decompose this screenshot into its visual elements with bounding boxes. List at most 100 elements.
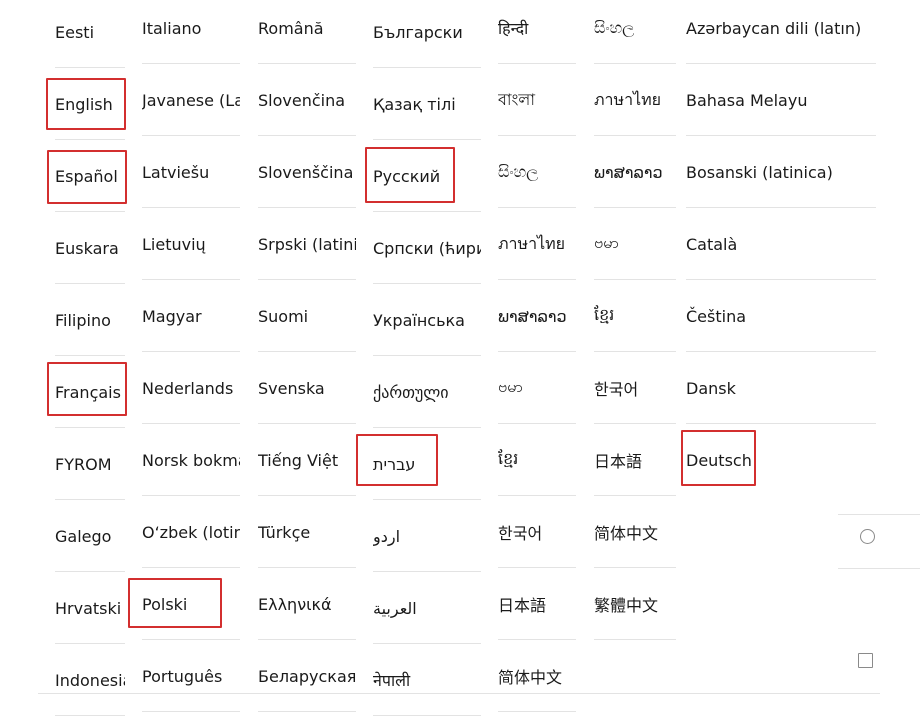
language-label: Italiano bbox=[142, 18, 202, 38]
radio-button[interactable] bbox=[860, 529, 875, 544]
checkbox[interactable] bbox=[858, 653, 873, 668]
language-option[interactable]: Suomi bbox=[258, 280, 356, 352]
language-option[interactable]: 한국어 bbox=[594, 352, 676, 424]
language-option[interactable]: ខ្មែរ bbox=[498, 424, 576, 496]
language-option[interactable]: العربية bbox=[373, 572, 481, 644]
language-label: اردو bbox=[373, 526, 401, 546]
language-option[interactable]: Magyar bbox=[142, 280, 240, 352]
language-option[interactable]: Bahasa Melayu bbox=[686, 64, 920, 136]
language-option[interactable]: Türkçe bbox=[258, 496, 356, 568]
language-option[interactable]: Norsk bokmål bbox=[142, 424, 240, 496]
language-option[interactable]: ဗမာ bbox=[498, 352, 576, 424]
language-option[interactable]: Hrvatski bbox=[55, 572, 125, 644]
language-label: සිංහල bbox=[498, 162, 539, 181]
language-label: Français bbox=[55, 382, 121, 402]
language-option[interactable]: 简体中文 bbox=[498, 640, 576, 712]
language-option[interactable]: English bbox=[55, 68, 125, 140]
language-option[interactable]: 简体中文 bbox=[594, 496, 676, 568]
row-divider bbox=[594, 639, 676, 640]
language-option[interactable]: ภาษาไทย bbox=[594, 64, 676, 136]
language-label: Norsk bokmål bbox=[142, 450, 240, 470]
language-label: සිංහල bbox=[594, 18, 635, 37]
row-divider bbox=[498, 711, 576, 712]
language-option[interactable]: Čeština bbox=[686, 280, 920, 352]
language-label: Српски (ћирилица) bbox=[373, 238, 481, 258]
language-label: FYROM bbox=[55, 454, 112, 474]
language-label: Euskara bbox=[55, 238, 119, 258]
language-option[interactable]: Português bbox=[142, 640, 240, 712]
language-label: Srpski (latinica) bbox=[258, 234, 356, 254]
language-option[interactable]: 한국어 bbox=[498, 496, 576, 568]
language-option[interactable]: हिन्दी bbox=[498, 0, 576, 64]
language-label: Lietuvių bbox=[142, 234, 206, 254]
language-option[interactable]: Қазақ тілі bbox=[373, 68, 481, 140]
language-option[interactable]: Dansk bbox=[686, 352, 920, 424]
language-option[interactable]: বাংলা bbox=[498, 64, 576, 136]
language-option[interactable]: Javanese (Latin) bbox=[142, 64, 240, 136]
language-option[interactable]: Galego bbox=[55, 500, 125, 572]
language-option[interactable]: FYROM bbox=[55, 428, 125, 500]
language-option[interactable]: 繁體中文 bbox=[594, 568, 676, 640]
language-option[interactable]: Română bbox=[258, 0, 356, 64]
language-option[interactable]: Русский bbox=[373, 140, 481, 212]
language-option[interactable]: Srpski (latinica) bbox=[258, 208, 356, 280]
language-label: 한국어 bbox=[498, 524, 543, 543]
language-option[interactable]: Azərbaycan dili (latın) bbox=[686, 0, 920, 64]
language-label: Bahasa Melayu bbox=[686, 90, 808, 110]
language-option[interactable]: Latviešu bbox=[142, 136, 240, 208]
language-option[interactable]: O‘zbek (lotin) bbox=[142, 496, 240, 568]
language-option[interactable]: Bosanski (latinica) bbox=[686, 136, 920, 208]
language-option[interactable]: Deutsch bbox=[686, 424, 920, 496]
language-option[interactable]: Indonesia bbox=[55, 644, 125, 716]
language-label: Galego bbox=[55, 526, 112, 546]
language-label: Čeština bbox=[686, 306, 747, 326]
language-option[interactable]: Euskara bbox=[55, 212, 125, 284]
language-option[interactable]: Filipino bbox=[55, 284, 125, 356]
language-option[interactable]: Српски (ћирилица) bbox=[373, 212, 481, 284]
language-option[interactable]: ພາສາລາວ bbox=[498, 280, 576, 352]
language-label: 日本語 bbox=[498, 596, 547, 615]
language-option[interactable]: 日本語 bbox=[594, 424, 676, 496]
language-option[interactable]: Español bbox=[55, 140, 125, 212]
language-option[interactable]: Eesti bbox=[55, 0, 125, 68]
language-label: Polski bbox=[142, 594, 188, 614]
language-option[interactable]: اردو bbox=[373, 500, 481, 572]
language-option[interactable]: ဗမာ bbox=[594, 208, 676, 280]
language-label: Deutsch bbox=[686, 450, 752, 470]
language-option[interactable]: ພາສາລາວ bbox=[594, 136, 676, 208]
language-label: Català bbox=[686, 234, 738, 254]
language-option[interactable]: Беларуская bbox=[258, 640, 356, 712]
language-label: 简体中文 bbox=[594, 524, 659, 543]
language-option[interactable]: Slovenčina bbox=[258, 64, 356, 136]
language-option[interactable]: සිංහල bbox=[498, 136, 576, 208]
language-option[interactable]: සිංහල bbox=[594, 0, 676, 64]
language-label: ภาษาไทย bbox=[498, 233, 566, 253]
language-label: Español bbox=[55, 166, 118, 186]
language-label: 简体中文 bbox=[498, 668, 563, 687]
language-label: Slovenčina bbox=[258, 90, 346, 110]
language-label: Bosanski (latinica) bbox=[686, 162, 833, 182]
language-label: English bbox=[55, 94, 113, 114]
language-label: Latviešu bbox=[142, 162, 210, 182]
language-option[interactable]: ខ្មែរ bbox=[594, 280, 676, 352]
language-option[interactable]: Ελληνικά bbox=[258, 568, 356, 640]
language-option[interactable]: Svenska bbox=[258, 352, 356, 424]
language-option[interactable]: ქართული bbox=[373, 356, 481, 428]
language-label: Українська bbox=[373, 310, 465, 330]
language-option[interactable]: Slovenščina bbox=[258, 136, 356, 208]
language-option[interactable]: ภาษาไทย bbox=[498, 208, 576, 280]
language-option[interactable]: Français bbox=[55, 356, 125, 428]
language-label: Javanese (Latin) bbox=[142, 90, 240, 110]
language-option[interactable]: नेपाली bbox=[373, 644, 481, 716]
language-option[interactable]: Nederlands bbox=[142, 352, 240, 424]
language-option[interactable]: Polski bbox=[142, 568, 240, 640]
language-option[interactable]: Tiếng Việt bbox=[258, 424, 356, 496]
language-option[interactable]: Български bbox=[373, 0, 481, 68]
language-option[interactable]: Italiano bbox=[142, 0, 240, 64]
language-option[interactable]: עברית bbox=[373, 428, 481, 500]
language-option[interactable]: Lietuvių bbox=[142, 208, 240, 280]
language-option[interactable]: Català bbox=[686, 208, 920, 280]
language-option[interactable]: Українська bbox=[373, 284, 481, 356]
language-option[interactable]: 日本語 bbox=[498, 568, 576, 640]
language-label: 繁體中文 bbox=[594, 596, 659, 615]
